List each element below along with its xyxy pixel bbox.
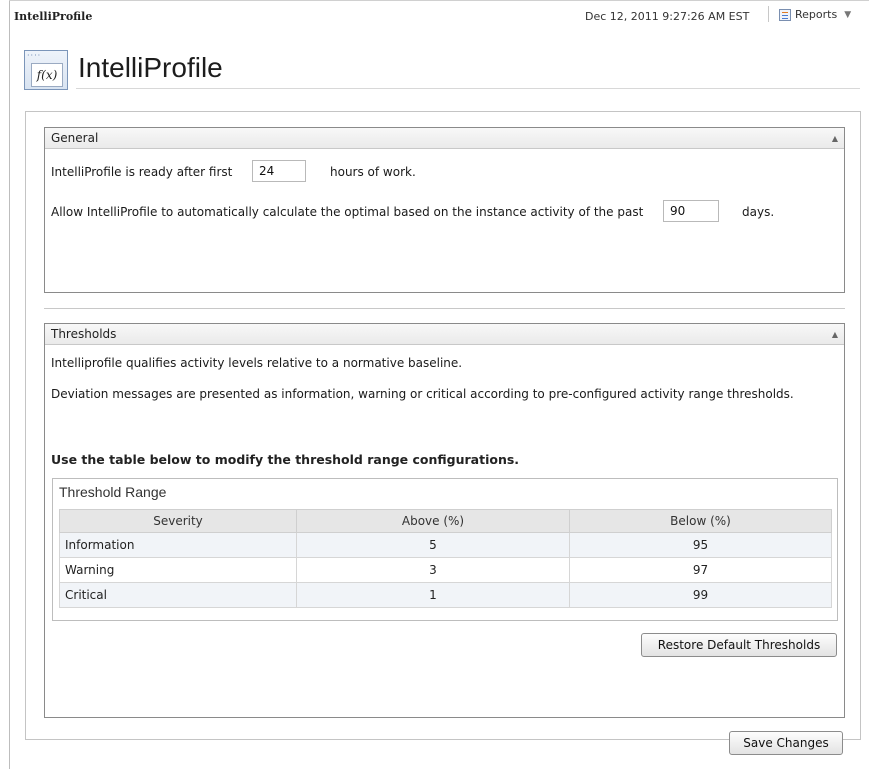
below-cell[interactable]: 95 bbox=[569, 532, 832, 558]
below-cell[interactable]: 99 bbox=[569, 582, 832, 608]
thresholds-description-2: Deviation messages are presented as info… bbox=[51, 387, 794, 401]
page-title: IntelliProfile bbox=[78, 52, 223, 83]
above-cell[interactable]: 5 bbox=[296, 532, 570, 558]
below-cell[interactable]: 97 bbox=[569, 557, 832, 583]
table-row[interactable]: Warning 3 97 bbox=[59, 557, 832, 583]
thresholds-description-1: Intelliprofile qualifies activity levels… bbox=[51, 356, 463, 370]
function-icon-label: f(x) bbox=[31, 63, 63, 87]
severity-cell: Critical bbox=[59, 582, 297, 608]
ready-hours-input[interactable]: 24 bbox=[252, 160, 306, 182]
threshold-range-title: Threshold Range bbox=[59, 484, 167, 500]
above-cell[interactable]: 3 bbox=[296, 557, 570, 583]
restore-default-thresholds-button[interactable]: Restore Default Thresholds bbox=[641, 633, 837, 657]
auto-prefix-label: Allow IntelliProfile to automatically ca… bbox=[51, 205, 644, 219]
auto-suffix-label: days. bbox=[742, 205, 775, 219]
reports-label: Reports bbox=[795, 8, 838, 21]
general-panel: General ▲ IntelliProfile is ready after … bbox=[44, 127, 845, 293]
general-panel-title: General bbox=[51, 131, 99, 145]
above-cell[interactable]: 1 bbox=[296, 582, 570, 608]
ready-suffix-label: hours of work. bbox=[330, 165, 416, 179]
title-divider bbox=[76, 88, 860, 89]
ready-prefix-label: IntelliProfile is ready after first bbox=[51, 165, 233, 179]
auto-days-input[interactable]: 90 bbox=[663, 200, 719, 222]
save-changes-button[interactable]: Save Changes bbox=[729, 731, 843, 755]
window-frame-top bbox=[9, 0, 869, 1]
report-icon bbox=[779, 8, 791, 21]
app-name: IntelliProfile bbox=[14, 10, 93, 23]
header-separator bbox=[768, 6, 769, 22]
table-row[interactable]: Critical 1 99 bbox=[59, 582, 832, 608]
thresholds-instruction: Use the table below to modify the thresh… bbox=[51, 452, 520, 467]
column-header-above[interactable]: Above (%) bbox=[296, 509, 570, 533]
column-header-below[interactable]: Below (%) bbox=[569, 509, 832, 533]
general-panel-header[interactable]: General ▲ bbox=[45, 128, 844, 149]
severity-cell: Information bbox=[59, 532, 297, 558]
window-frame-left bbox=[9, 0, 10, 769]
table-row[interactable]: Information 5 95 bbox=[59, 532, 832, 558]
function-icon: ···· f(x) bbox=[24, 50, 68, 90]
thresholds-panel: Thresholds ▲ Intelliprofile qualifies ac… bbox=[44, 323, 845, 718]
section-divider bbox=[44, 308, 845, 309]
collapse-icon[interactable]: ▲ bbox=[832, 330, 838, 339]
severity-cell: Warning bbox=[59, 557, 297, 583]
thresholds-panel-title: Thresholds bbox=[51, 327, 117, 341]
threshold-table: Severity Above (%) Below (%) Information… bbox=[59, 509, 832, 608]
threshold-range-box: Threshold Range Severity Above (%) Below… bbox=[52, 478, 838, 621]
chevron-down-icon: ▼ bbox=[844, 9, 852, 20]
reports-menu[interactable]: Reports ▼ bbox=[779, 8, 851, 21]
thresholds-panel-header[interactable]: Thresholds ▲ bbox=[45, 324, 844, 345]
collapse-icon[interactable]: ▲ bbox=[832, 134, 838, 143]
column-header-severity[interactable]: Severity bbox=[59, 509, 297, 533]
timestamp: Dec 12, 2011 9:27:26 AM EST bbox=[585, 10, 750, 23]
